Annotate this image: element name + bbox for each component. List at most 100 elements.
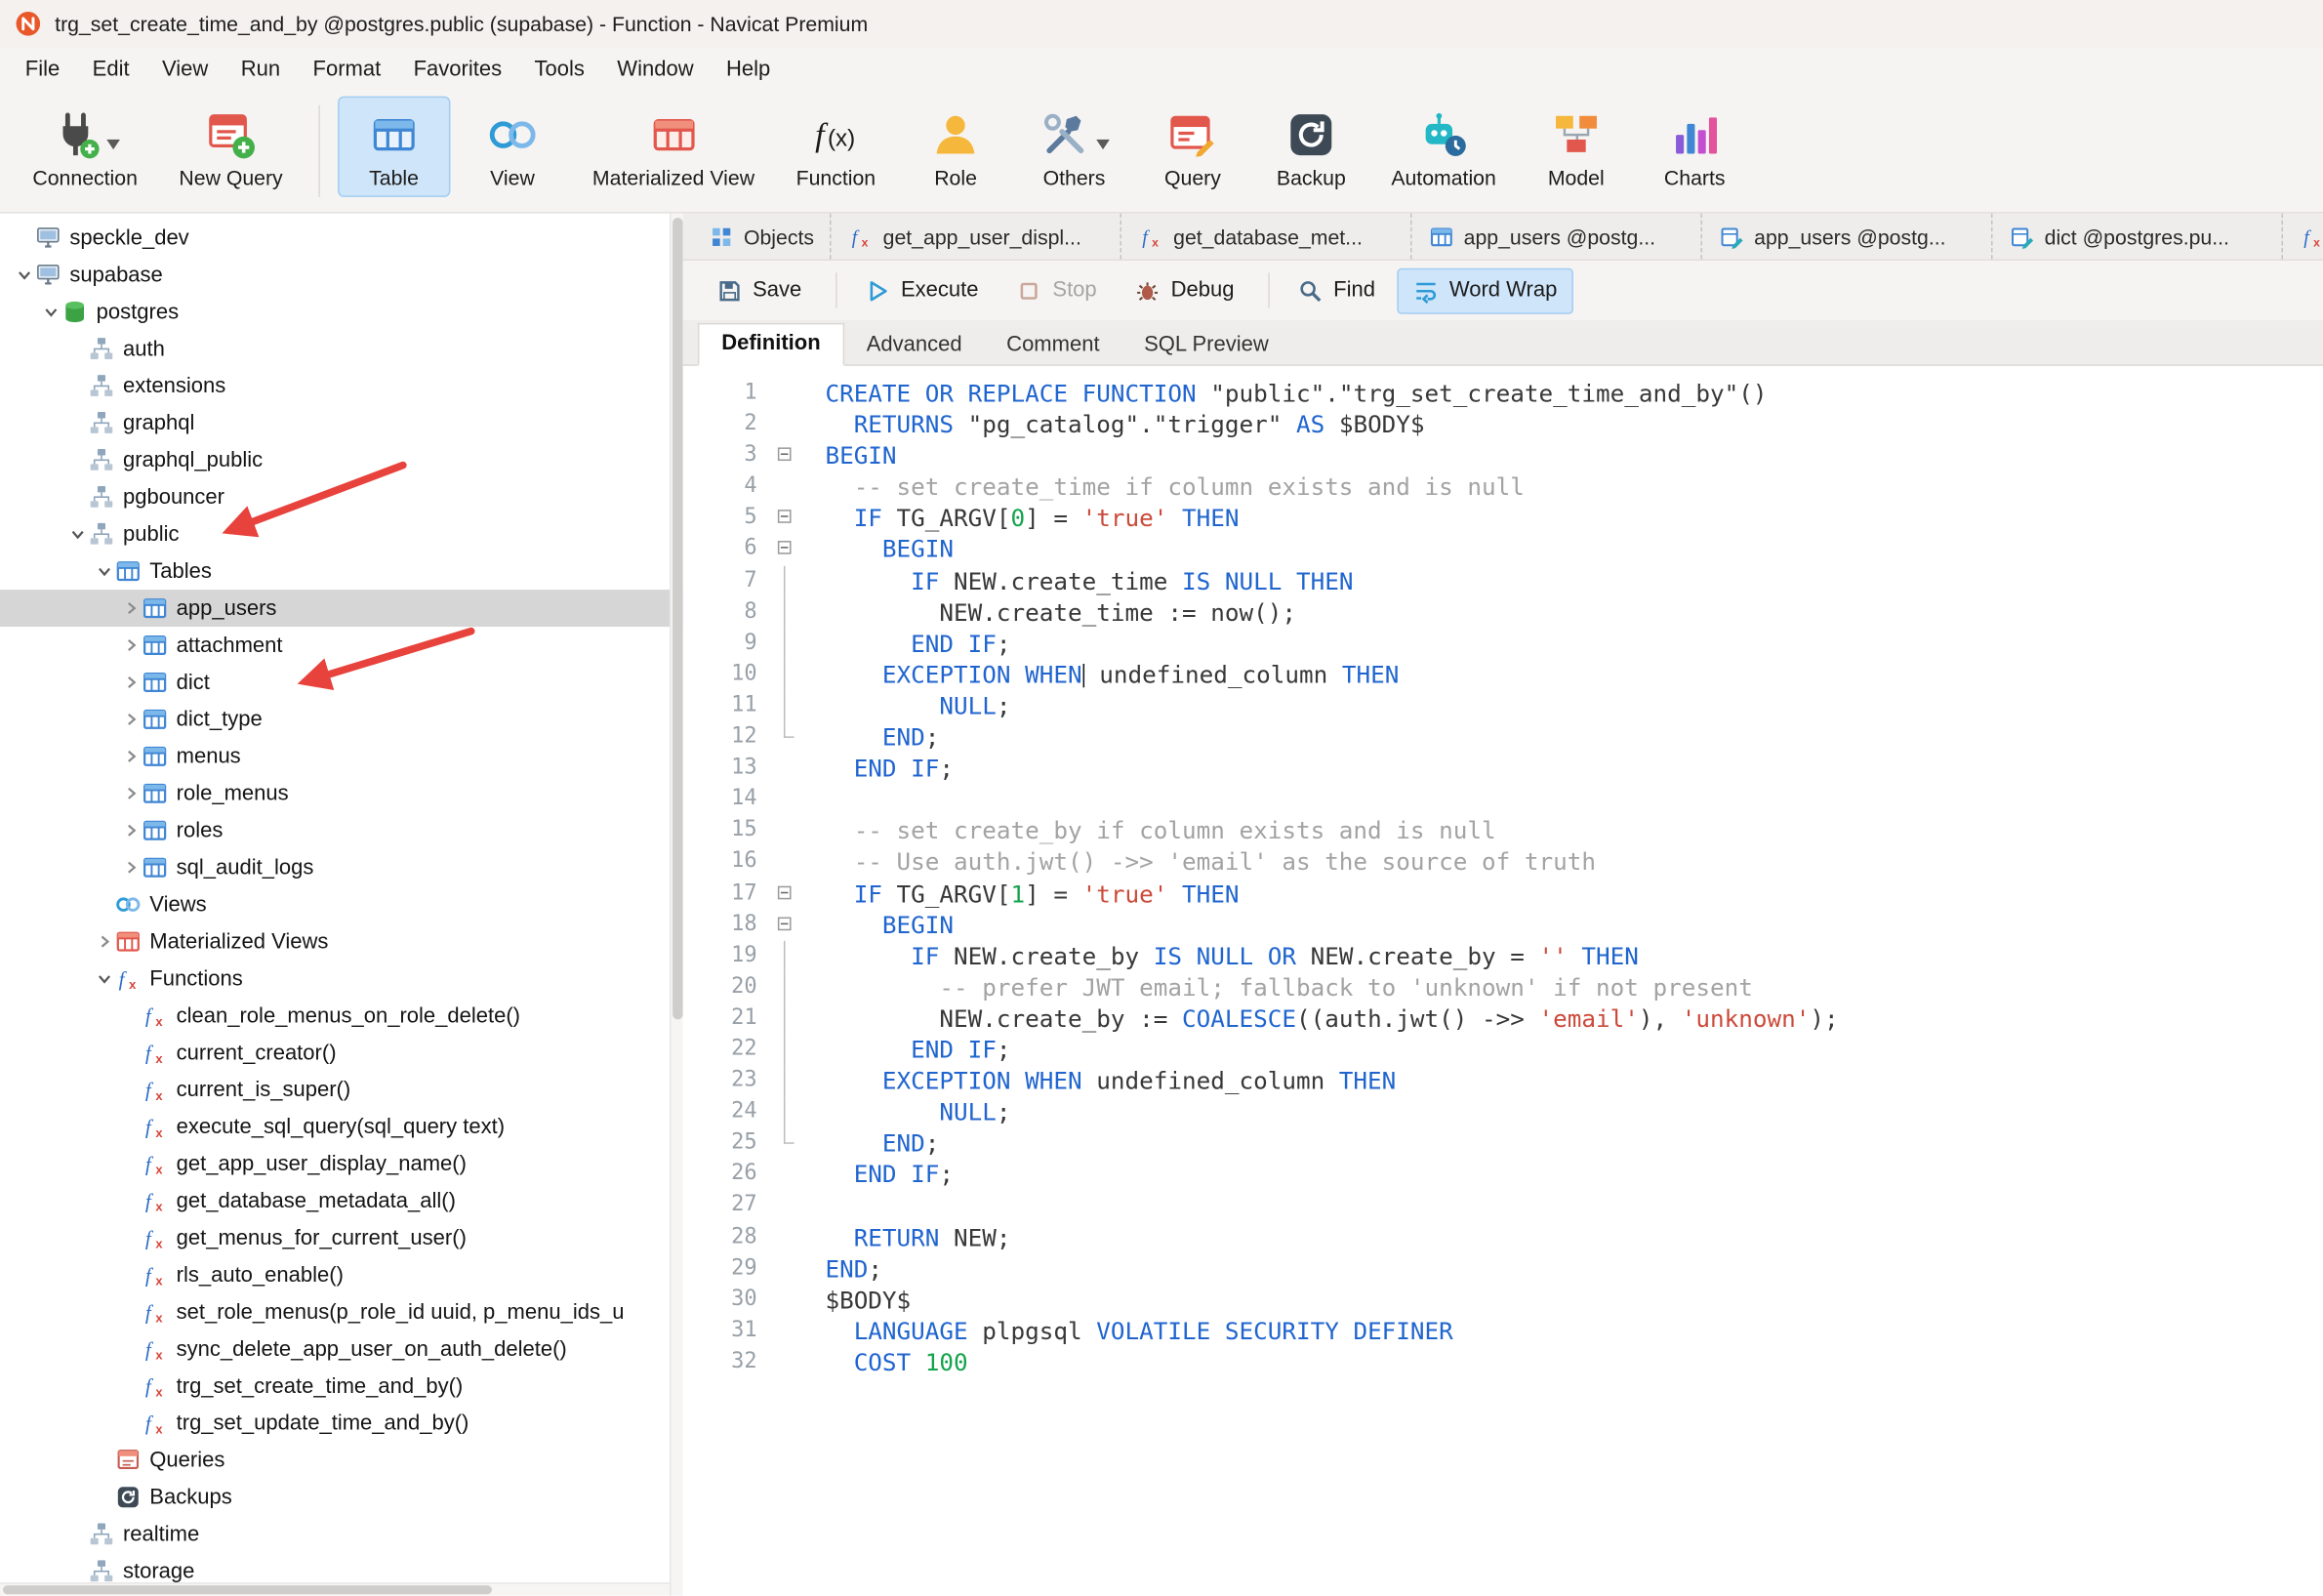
tree-item-rls-auto-enable[interactable]: fxrls_auto_enable() [0,1256,683,1293]
doc-tab-partial[interactable]: fx [2283,214,2323,260]
editor-debug-button[interactable]: Debug [1119,267,1250,313]
tree-item-role-menus[interactable]: role_menus [0,775,683,812]
tree-item-clean-role-menus-on-role-delete[interactable]: fxclean_role_menus_on_role_delete() [0,998,683,1035]
chevron-right-icon[interactable] [118,637,142,652]
chevron-down-icon[interactable] [92,564,115,579]
menu-item-run[interactable]: Run [224,52,297,87]
doc-tab-get-app-user-displ[interactable]: fxget_app_user_displ... [832,214,1121,260]
toolbar-function-button[interactable]: f(x)Function [778,97,893,197]
dropdown-caret[interactable] [106,130,120,141]
toolbar-model-button[interactable]: Model [1520,97,1632,197]
menu-item-view[interactable]: View [145,52,224,87]
doc-tab-dict-postgres-pu[interactable]: dict @postgres.pu... [1993,214,2284,260]
sidebar-horizontal-scrollbar[interactable] [0,1582,670,1596]
tree-item-trg-set-update-time-and-by[interactable]: fxtrg_set_update_time_and_by() [0,1405,683,1442]
tree-item-queries[interactable]: Queries [0,1442,683,1479]
tree-item-realtime[interactable]: realtime [0,1516,683,1553]
chevron-right-icon[interactable] [118,712,142,726]
tree-item-app-users[interactable]: app_users [0,590,683,627]
tree-item-backups[interactable]: Backups [0,1479,683,1516]
doc-tab-get-database-met[interactable]: fxget_database_met... [1121,214,1412,260]
tree-item-attachment[interactable]: attachment [0,627,683,664]
code-editor[interactable]: 1234567891011121314151617181920212223242… [683,366,2323,1596]
toolbar-connection-button[interactable]: Connection [15,97,155,197]
doc-tab-objects[interactable]: Objects [692,214,832,260]
chevron-down-icon[interactable] [38,305,61,319]
chevron-right-icon[interactable] [118,860,142,875]
toolbar-table-button[interactable]: Table [338,97,450,197]
fold-toggle-icon[interactable] [769,440,804,471]
tab-comment[interactable]: Comment [984,326,1121,366]
toolbar-view-button[interactable]: View [456,97,568,197]
connection-tree[interactable]: speckle_devsupabasepostgresauthextension… [0,214,683,1590]
tree-item-sync-delete-app-user-on-auth-delete[interactable]: fxsync_delete_app_user_on_auth_delete() [0,1330,683,1368]
toolbar-query-button[interactable]: Query [1136,97,1248,197]
tree-item-speckle-dev[interactable]: speckle_dev [0,220,683,257]
tree-item-roles[interactable]: roles [0,812,683,849]
tree-item-views[interactable]: Views [0,886,683,923]
sidebar-vertical-scrollbar[interactable] [670,214,683,1596]
tab-definition[interactable]: Definition [698,323,844,366]
tree-item-sql-audit-logs[interactable]: sql_audit_logs [0,849,683,886]
tree-item-get-menus-for-current-user[interactable]: fxget_menus_for_current_user() [0,1219,683,1256]
dropdown-caret[interactable] [1096,130,1110,141]
toolbar-new-query-button[interactable]: New Query [161,97,301,197]
chevron-down-icon[interactable] [92,971,115,986]
menu-item-edit[interactable]: Edit [76,52,145,87]
tree-item-supabase[interactable]: supabase [0,257,683,294]
menu-item-favorites[interactable]: Favorites [397,52,518,87]
tree-item-menus[interactable]: menus [0,738,683,775]
horizontal-scrollbar-thumb[interactable] [3,1585,492,1594]
chevron-right-icon[interactable] [92,934,115,949]
toolbar-backup-button[interactable]: Backup [1255,97,1367,197]
tree-item-dict-type[interactable]: dict_type [0,701,683,738]
tab-advanced[interactable]: Advanced [844,326,984,366]
toolbar-role-button[interactable]: Role [899,97,1011,197]
fold-toggle-icon[interactable] [769,878,804,909]
fold-toggle-icon[interactable] [769,534,804,565]
chevron-right-icon[interactable] [118,823,142,838]
tree-item-extensions[interactable]: extensions [0,367,683,404]
tree-item-graphql-public[interactable]: graphql_public [0,441,683,478]
tree-item-current-is-super[interactable]: fxcurrent_is_super() [0,1071,683,1108]
editor-save-button[interactable]: Save [701,267,818,313]
tree-item-set-role-menus-p-role-id-uuid-p-menu-ids-u[interactable]: fxset_role_menus(p_role_id uuid, p_menu_… [0,1293,683,1330]
editor-find-button[interactable]: Find [1282,267,1392,313]
editor-word-wrap-button[interactable]: Word Wrap [1398,267,1573,313]
chevron-right-icon[interactable] [118,786,142,800]
chevron-down-icon[interactable] [12,267,35,282]
tree-item-dict[interactable]: dict [0,664,683,701]
tree-item-public[interactable]: public [0,515,683,552]
tree-item-pgbouncer[interactable]: pgbouncer [0,478,683,515]
toolbar-charts-button[interactable]: Charts [1639,97,1751,197]
doc-tab-app-users-postg[interactable]: app_users @postg... [1412,214,1703,260]
tree-item-materialized-views[interactable]: Materialized Views [0,923,683,961]
tree-item-tables[interactable]: Tables [0,552,683,590]
tree-item-current-creator[interactable]: fxcurrent_creator() [0,1034,683,1071]
chevron-right-icon[interactable] [118,749,142,763]
tree-item-postgres[interactable]: postgres [0,294,683,331]
vertical-scrollbar-thumb[interactable] [672,218,683,1019]
tree-item-trg-set-create-time-and-by[interactable]: fxtrg_set_create_time_and_by() [0,1368,683,1405]
menu-item-file[interactable]: File [9,52,76,87]
chevron-right-icon[interactable] [118,675,142,689]
toolbar-materialized-view-button[interactable]: Materialized View [575,97,773,197]
toolbar-automation-button[interactable]: Automation [1373,97,1514,197]
fold-toggle-icon[interactable] [769,909,804,940]
chevron-right-icon[interactable] [118,600,142,615]
doc-tab-app-users-postg[interactable]: app_users @postg... [1702,214,1992,260]
tree-item-execute-sql-query-sql-query-text[interactable]: fxexecute_sql_query(sql_query text) [0,1108,683,1145]
fold-toggle-icon[interactable] [769,503,804,534]
toolbar-others-button[interactable]: Others [1018,97,1130,197]
tree-item-get-app-user-display-name[interactable]: fxget_app_user_display_name() [0,1145,683,1182]
tree-item-auth[interactable]: auth [0,330,683,367]
code-content[interactable]: CREATE OR REPLACE FUNCTION "public"."trg… [804,366,2323,1596]
menu-item-help[interactable]: Help [710,52,787,87]
tree-item-graphql[interactable]: graphql [0,404,683,441]
tree-item-functions[interactable]: fxFunctions [0,961,683,998]
chevron-down-icon[interactable] [65,527,89,542]
tree-item-get-database-metadata-all[interactable]: fxget_database_metadata_all() [0,1182,683,1219]
editor-execute-button[interactable]: Execute [849,267,995,313]
menu-item-tools[interactable]: Tools [518,52,601,87]
menu-item-format[interactable]: Format [297,52,397,87]
